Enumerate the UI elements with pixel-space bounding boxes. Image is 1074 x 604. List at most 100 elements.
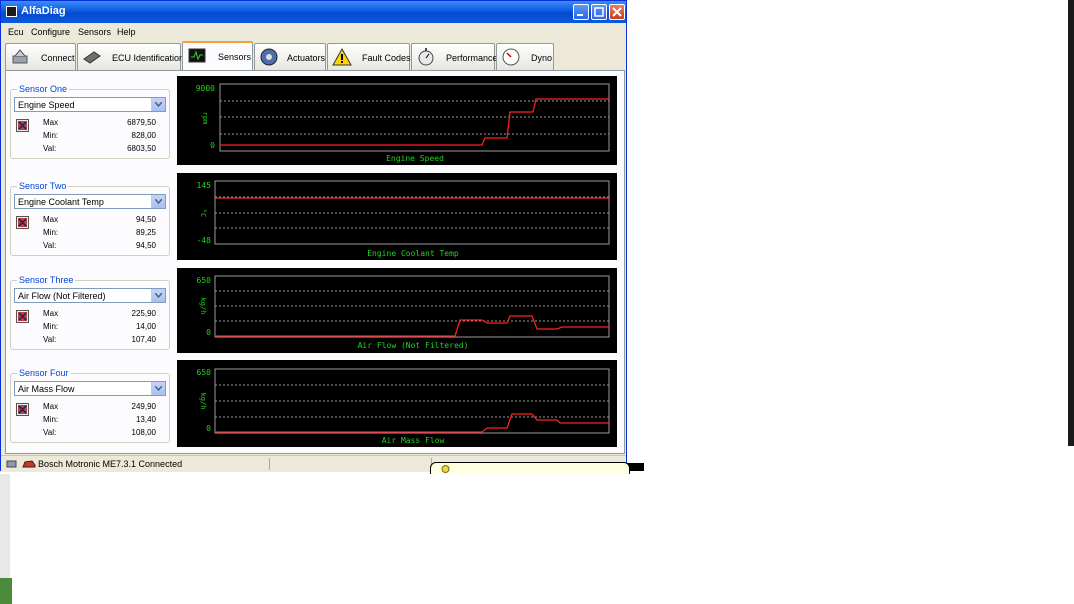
minimize-button[interactable] xyxy=(573,4,589,20)
min-label: Min: xyxy=(43,131,59,140)
plot-frame xyxy=(219,83,610,152)
stop-logging-icon[interactable] xyxy=(16,403,29,416)
car-icon xyxy=(22,460,36,468)
val-label: Val: xyxy=(43,335,57,344)
sensor-group-three: Sensor Three Air Flow (Not Filtered) Max… xyxy=(10,275,170,350)
app-window: AlfaDiag Ecu Configure Sensors Help Conn… xyxy=(0,0,627,472)
sensor-select[interactable]: Air Flow (Not Filtered) xyxy=(14,288,166,303)
tab-dyno[interactable]: Dyno xyxy=(496,43,554,70)
group-title: Sensor Two xyxy=(17,181,69,191)
y-max-label: 9000 xyxy=(196,84,215,93)
tab-strip: Connect ECU Identification Sensors Actua… xyxy=(5,41,625,71)
notification-balloon[interactable] xyxy=(430,462,630,474)
max-label: Max xyxy=(43,309,59,318)
warning-icon xyxy=(332,47,352,66)
close-icon xyxy=(612,7,622,17)
menu-ecu[interactable]: Ecu xyxy=(8,27,24,37)
y-min-label: 0 xyxy=(206,424,211,433)
val-value: 108,00 xyxy=(131,428,156,437)
desktop-fragment xyxy=(0,578,12,604)
close-button[interactable] xyxy=(609,4,625,20)
max-label: Max xyxy=(43,402,59,411)
sensor-select[interactable]: Engine Coolant Temp xyxy=(14,194,166,209)
unit-label: kg/h xyxy=(199,393,207,410)
val-label: Val: xyxy=(43,241,57,250)
maximize-button[interactable] xyxy=(591,4,607,20)
unit-label: kg/h xyxy=(199,298,207,315)
gauge-icon xyxy=(502,48,520,66)
max-value: 249,90 xyxy=(131,402,156,411)
status-separator xyxy=(269,458,270,470)
minimize-icon xyxy=(577,14,583,16)
max-value: 94,50 xyxy=(135,215,156,224)
title-bar[interactable]: AlfaDiag xyxy=(1,1,626,23)
network-icon xyxy=(6,460,17,468)
stop-logging-icon[interactable] xyxy=(16,119,29,132)
graph-air-mass-flow: 650 0 kg/h Air Mass Flow xyxy=(177,360,617,447)
unit-label: °C xyxy=(199,209,207,217)
min-value: 14,00 xyxy=(135,322,156,331)
chevron-down-icon[interactable] xyxy=(151,382,165,395)
max-label: Max xyxy=(43,118,59,127)
tab-connect[interactable]: Connect xyxy=(5,43,76,70)
chevron-down-icon[interactable] xyxy=(151,289,165,302)
graph-title: Engine Coolant Temp xyxy=(367,249,459,258)
unit-label: rpm xyxy=(201,112,209,125)
max-label: Max xyxy=(43,215,59,224)
y-min-label: 0 xyxy=(210,141,215,150)
data-trace xyxy=(220,98,609,146)
max-value: 225,90 xyxy=(131,309,156,318)
y-max-label: 650 xyxy=(197,368,212,377)
menu-configure[interactable]: Configure xyxy=(31,27,70,37)
stop-logging-icon[interactable] xyxy=(16,310,29,323)
menu-bar: Ecu Configure Sensors Help xyxy=(1,23,626,40)
sensor-select[interactable]: Air Mass Flow xyxy=(14,381,166,396)
menu-sensors[interactable]: Sensors xyxy=(78,27,111,37)
app-icon xyxy=(6,6,17,17)
group-title: Sensor Four xyxy=(17,368,71,378)
connection-status: Bosch Motronic ME7.3.1 Connected xyxy=(38,459,183,469)
y-min-label: -48 xyxy=(197,236,212,245)
val-label: Val: xyxy=(43,144,57,153)
sensor-select[interactable]: Engine Speed xyxy=(14,97,166,112)
connect-icon xyxy=(12,49,28,64)
desktop-edge xyxy=(1068,0,1074,446)
tab-fault-codes[interactable]: Fault Codes xyxy=(327,43,411,70)
menu-help[interactable]: Help xyxy=(117,27,136,37)
maximize-icon xyxy=(594,7,604,17)
stop-logging-icon[interactable] xyxy=(16,216,29,229)
info-icon xyxy=(441,465,450,473)
sensor-group-one: Sensor One Engine Speed Max Min: Val: 68… xyxy=(10,84,170,159)
y-min-label: 0 xyxy=(206,328,211,337)
max-value: 6879,50 xyxy=(127,118,156,127)
min-value: 89,25 xyxy=(135,228,156,237)
graph-engine-speed: 9000 0 rpm Engine Speed xyxy=(177,76,617,165)
min-label: Min: xyxy=(43,322,59,331)
chip-icon xyxy=(83,51,101,64)
chevron-down-icon[interactable] xyxy=(151,195,165,208)
tab-actuators[interactable]: Actuators xyxy=(254,43,326,70)
graph-engine-coolant-temp: 145 -48 °C Engine Coolant Temp xyxy=(177,173,617,260)
val-value: 6803,50 xyxy=(127,144,156,153)
gear-icon xyxy=(260,48,278,66)
min-value: 13,40 xyxy=(135,415,156,424)
monitor-icon xyxy=(188,48,206,63)
graph-air-flow-not-filtered: 650 0 kg/h Air Flow (Not Filtered) xyxy=(177,268,617,353)
tab-ecu-identification[interactable]: ECU Identification xyxy=(77,43,184,70)
val-value: 107,40 xyxy=(131,335,156,344)
chevron-down-icon[interactable] xyxy=(151,98,165,111)
val-value: 94,50 xyxy=(135,241,156,250)
y-max-label: 650 xyxy=(197,276,212,285)
tab-performance[interactable]: Performance xyxy=(411,43,498,70)
min-label: Min: xyxy=(43,415,59,424)
tab-sensors[interactable]: Sensors xyxy=(182,41,253,71)
sensor-group-two: Sensor Two Engine Coolant Temp Max Min: … xyxy=(10,181,170,256)
graph-title: Air Mass Flow xyxy=(382,436,445,445)
sensor-group-four: Sensor Four Air Mass Flow Max Min: Val: … xyxy=(10,368,170,443)
group-title: Sensor Three xyxy=(17,275,76,285)
stopwatch-icon xyxy=(418,48,434,66)
min-value: 828,00 xyxy=(131,131,156,140)
min-label: Min: xyxy=(43,228,59,237)
y-max-label: 145 xyxy=(197,181,212,190)
graph-title: Engine Speed xyxy=(386,154,444,163)
